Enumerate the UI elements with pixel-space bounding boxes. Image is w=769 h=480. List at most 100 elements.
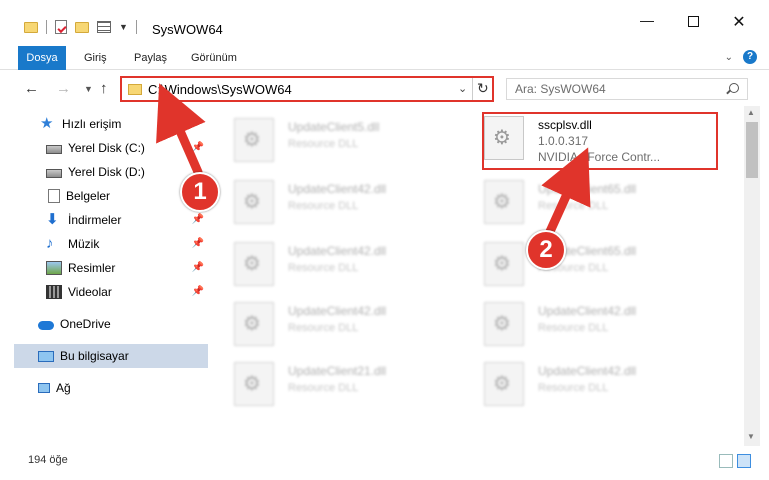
- list-item[interactable]: UpdateClient42.dll Resource DLL: [234, 236, 464, 290]
- tab-share[interactable]: Paylaş: [134, 46, 167, 70]
- list-item[interactable]: UpdateClient5.dll Resource DLL: [234, 112, 464, 166]
- file-name: UpdateClient42.dll: [288, 182, 387, 196]
- view-icon[interactable]: [97, 21, 111, 33]
- tab-home[interactable]: Giriş: [84, 46, 107, 70]
- address-path[interactable]: C:\Windows\SysWOW64: [148, 82, 292, 97]
- list-item[interactable]: UpdateClient42.dll Resource DLL: [484, 356, 714, 410]
- scroll-up-arrow-icon[interactable]: ▲: [747, 108, 755, 117]
- dll-file-icon: [484, 302, 524, 346]
- file-type: Resource DLL: [538, 322, 609, 334]
- file-type: Resource DLL: [288, 262, 359, 274]
- address-bar[interactable]: C:\Windows\SysWOW64 ⌄ ↻: [120, 76, 494, 102]
- dll-file-icon: [484, 180, 524, 224]
- drive-icon: [46, 145, 62, 154]
- maximize-icon: [687, 16, 699, 27]
- pin-icon: 📌: [191, 214, 204, 225]
- ribbon-tabs: Dosya Giriş Paylaş Görünüm ⌄ ?: [0, 46, 769, 70]
- sidebar-item-downloads[interactable]: ⬇ İndirmeler 📌: [14, 208, 208, 232]
- file-type: Resource DLL: [538, 382, 609, 394]
- scroll-down-arrow-icon[interactable]: ▼: [747, 432, 755, 441]
- status-bar: 194 öğe: [0, 450, 769, 472]
- documents-icon: [48, 189, 60, 203]
- sidebar-item-drive-c[interactable]: Yerel Disk (C:) 📌: [14, 136, 208, 160]
- dll-file-icon: [484, 362, 524, 406]
- large-icons-view-button[interactable]: [737, 454, 751, 468]
- up-arrow-icon[interactable]: ↑: [100, 80, 108, 97]
- refresh-icon[interactable]: ↻: [477, 80, 489, 97]
- list-item[interactable]: UpdateClient42.dll Resource DLL: [234, 296, 464, 350]
- step-badge-2: 2: [526, 230, 566, 270]
- sidebar-item-quick-access[interactable]: ★ Hızlı erişim: [14, 112, 208, 136]
- minimize-button[interactable]: —: [624, 12, 670, 28]
- list-item[interactable]: UpdateClient21.dll Resource DLL: [234, 356, 464, 410]
- sidebar-item-documents[interactable]: Belgeler 📌: [14, 184, 208, 208]
- folder-icon: [24, 21, 38, 33]
- title-bar: ▼ SysWOW64 — ✕: [0, 0, 769, 42]
- search-input[interactable]: Ara: SysWOW64: [506, 78, 748, 100]
- toolbar-divider: [46, 20, 47, 34]
- sidebar-item-label: Bu bilgisayar: [60, 349, 129, 363]
- sidebar-item-label: Yerel Disk (C:): [68, 141, 145, 155]
- cloud-icon: [38, 321, 54, 330]
- sidebar-item-network[interactable]: Ağ: [14, 376, 208, 400]
- pin-icon: 📌: [191, 286, 204, 297]
- ribbon-help-area: ⌄ ?: [725, 50, 757, 64]
- sidebar-item-label: Hızlı erişim: [62, 117, 122, 131]
- downloads-icon: ⬇: [46, 211, 59, 228]
- sidebar-item-label: Resimler: [68, 261, 116, 275]
- properties-icon[interactable]: [55, 20, 67, 34]
- sidebar-item-label: Ağ: [56, 381, 71, 395]
- back-arrow-icon[interactable]: ←: [24, 80, 39, 97]
- sidebar-item-label: Belgeler: [66, 189, 111, 203]
- dll-file-icon: [484, 242, 524, 286]
- search-icon[interactable]: [729, 83, 739, 93]
- file-type: Resource DLL: [288, 138, 359, 150]
- list-item[interactable]: UpdateClient42.dll Resource DLL: [484, 296, 714, 350]
- sidebar-item-videos[interactable]: Videolar 📌: [14, 280, 208, 304]
- sidebar-item-label: Yerel Disk (D:): [68, 165, 145, 179]
- sidebar-item-label: Müzik: [68, 237, 100, 251]
- pin-icon: 📌: [191, 262, 204, 273]
- details-view-button[interactable]: [719, 454, 733, 468]
- dll-file-icon: [234, 242, 274, 286]
- dll-file-icon: [234, 118, 274, 162]
- videos-icon: [46, 285, 62, 299]
- dll-file-icon: [234, 302, 274, 346]
- customize-toolbar-chevron-icon[interactable]: ▼: [119, 22, 128, 32]
- tab-file[interactable]: Dosya: [18, 46, 66, 70]
- star-icon: ★: [40, 115, 54, 132]
- sidebar-item-pictures[interactable]: Resimler 📌: [14, 256, 208, 280]
- sidebar-item-drive-d[interactable]: Yerel Disk (D:): [14, 160, 208, 184]
- file-name: UpdateClient65.dll: [538, 182, 637, 196]
- file-type: Resource DLL: [288, 322, 359, 334]
- list-item[interactable]: UpdateClient65.dll Resource DLL: [484, 236, 714, 290]
- folder-icon: [128, 84, 142, 95]
- scrollbar-thumb[interactable]: [746, 122, 758, 178]
- tab-view[interactable]: Görünüm: [191, 46, 237, 70]
- file-name: UpdateClient42.dll: [288, 244, 387, 258]
- pictures-icon: [46, 261, 62, 275]
- expand-ribbon-chevron-icon[interactable]: ⌄: [725, 52, 733, 63]
- maximize-button[interactable]: [670, 14, 716, 30]
- pin-icon: 📌: [191, 238, 204, 249]
- network-icon: [38, 383, 50, 393]
- close-button[interactable]: ✕: [716, 12, 762, 32]
- new-folder-icon[interactable]: [75, 21, 89, 33]
- vertical-scrollbar[interactable]: ▲ ▼: [744, 106, 760, 446]
- list-item[interactable]: UpdateClient42.dll Resource DLL: [234, 174, 464, 228]
- sidebar-item-label: Videolar: [68, 285, 112, 299]
- selected-file-highlight-box: [482, 112, 718, 170]
- file-name: UpdateClient42.dll: [288, 304, 387, 318]
- step-badge-1: 1: [180, 172, 220, 212]
- forward-arrow-icon[interactable]: →: [56, 80, 71, 97]
- list-item[interactable]: UpdateClient65.dll Resource DLL: [484, 174, 714, 228]
- sidebar-item-this-pc[interactable]: Bu bilgisayar: [14, 344, 208, 368]
- address-dropdown-chevron-icon[interactable]: ⌄: [458, 82, 467, 95]
- file-type: Resource DLL: [288, 382, 359, 394]
- sidebar-item-music[interactable]: ♪ Müzik 📌: [14, 232, 208, 256]
- recent-locations-chevron-icon[interactable]: ▼: [84, 84, 93, 94]
- dll-file-icon: [234, 362, 274, 406]
- sidebar-item-onedrive[interactable]: OneDrive: [14, 312, 208, 336]
- music-icon: ♪: [46, 235, 54, 252]
- help-icon[interactable]: ?: [743, 50, 757, 64]
